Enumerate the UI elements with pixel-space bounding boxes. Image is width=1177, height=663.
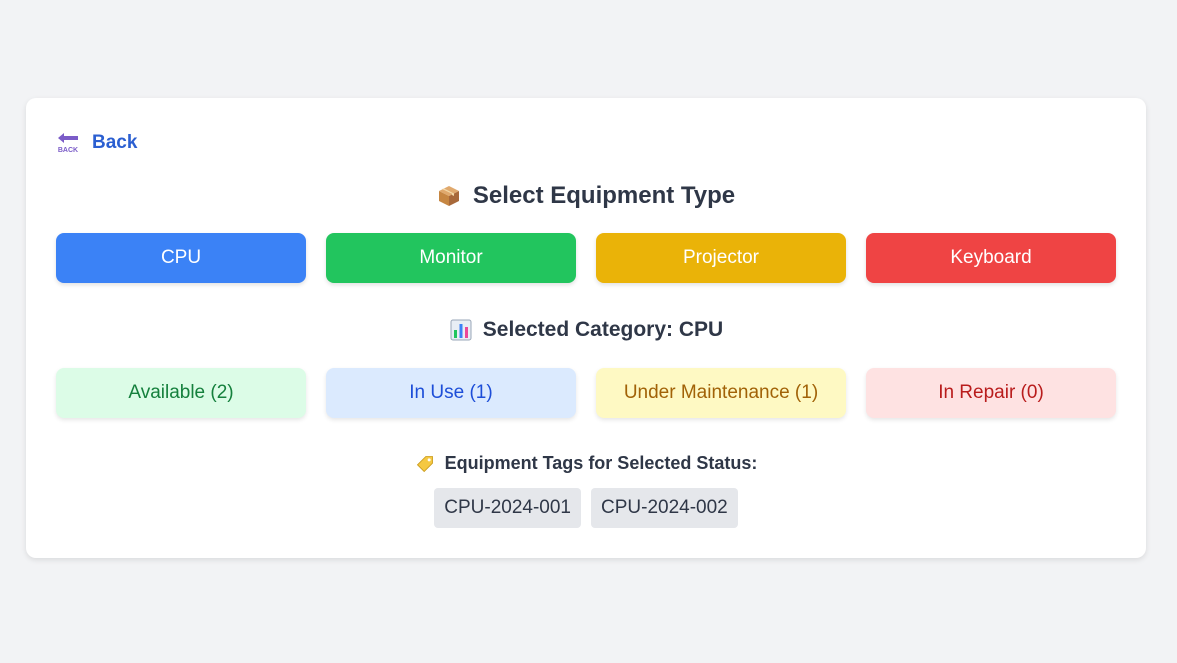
back-arrow-icon: BACK <box>58 133 78 154</box>
equipment-tag: CPU-2024-002 <box>591 488 738 528</box>
status-label: In Use (1) <box>409 382 493 403</box>
tags-heading-row: Equipment Tags for Selected Status: <box>26 453 1146 474</box>
back-label: Back <box>92 132 138 153</box>
type-button-label: Keyboard <box>950 247 1032 268</box>
selected-category-label: Selected Category: CPU <box>482 318 724 341</box>
equipment-tag: CPU-2024-001 <box>434 488 581 528</box>
type-button-label: Monitor <box>419 247 483 268</box>
page-title: Select Equipment Type <box>472 182 736 209</box>
tags-heading: Equipment Tags for Selected Status: <box>444 453 758 473</box>
type-button-label: Projector <box>682 247 760 268</box>
status-label: Available (2) <box>128 382 234 403</box>
back-button[interactable]: BACK Back <box>56 131 138 155</box>
status-button-under-maintenance[interactable]: Under Maintenance (1) <box>596 368 846 418</box>
status-button-in-use[interactable]: In Use (1) <box>326 368 576 418</box>
status-label: In Repair (0) <box>938 382 1044 403</box>
tag-list: CPU-2024-001 CPU-2024-002 <box>26 488 1146 528</box>
type-button-projector[interactable]: Projector <box>596 233 846 283</box>
status-button-in-repair[interactable]: In Repair (0) <box>866 368 1116 418</box>
type-button-monitor[interactable]: Monitor <box>326 233 576 283</box>
status-label: Under Maintenance (1) <box>623 382 819 403</box>
status-button-available[interactable]: Available (2) <box>56 368 306 418</box>
equipment-type-list: CPU Monitor Projector Keyboard <box>56 233 1116 283</box>
bar-chart-icon <box>450 319 472 341</box>
equipment-card: BACK Back Select Equipment Type CPU Moni… <box>26 98 1146 558</box>
type-button-keyboard[interactable]: Keyboard <box>866 233 1116 283</box>
label-tag-icon <box>416 455 433 472</box>
status-list: Available (2) In Use (1) Under Maintenan… <box>56 368 1116 418</box>
title-row: Select Equipment Type <box>26 182 1146 210</box>
type-button-label: CPU <box>160 247 202 268</box>
type-button-cpu[interactable]: CPU <box>56 233 306 283</box>
svg-text:BACK: BACK <box>58 147 78 154</box>
package-icon <box>438 186 459 206</box>
selected-category-row: Selected Category: CPU <box>26 318 1146 342</box>
